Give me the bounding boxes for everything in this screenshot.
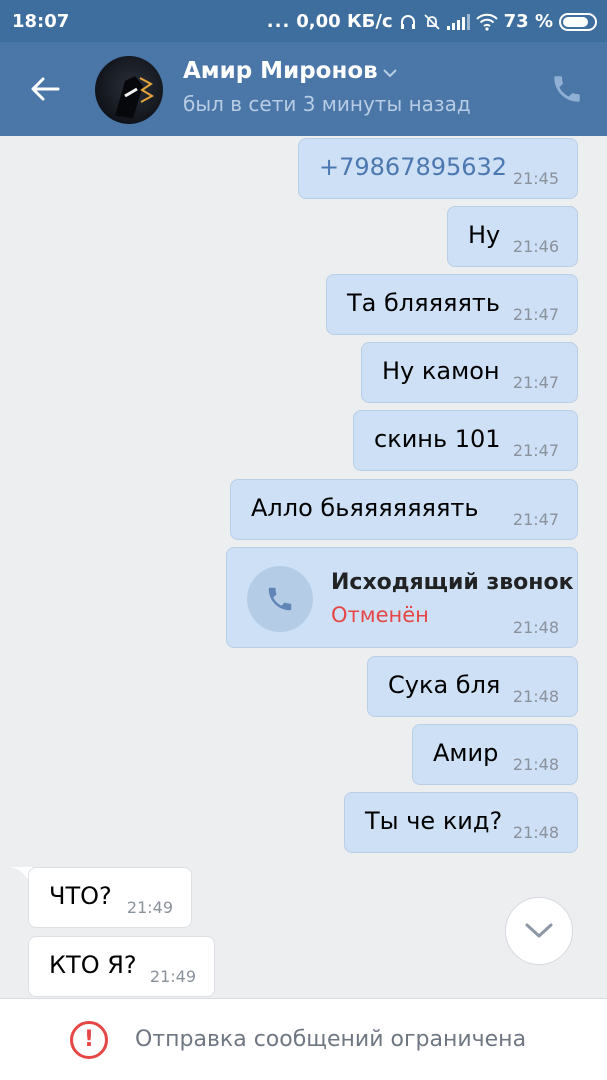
chevron-down-icon[interactable] [382,67,398,79]
message-bubble-outgoing[interactable]: Амир 21:48 [412,724,578,785]
battery-percent: 73 % [503,11,553,32]
message-text: Ты че кид? [365,807,503,835]
message-bubble-outgoing[interactable]: Алло бьяяяяяяять 21:47 [230,479,578,540]
message-time: 21:48 [512,618,559,637]
message-time: 21:49 [149,967,196,986]
message-time: 21:48 [512,687,559,706]
message-restriction-bar: ! Отправка сообщений ограничена [0,998,607,1080]
headphones-icon [400,14,415,29]
scroll-down-button[interactable] [505,897,573,965]
message-bubble-outgoing[interactable]: Сука бля 21:48 [367,656,578,717]
message-time: 21:47 [512,441,559,460]
chat-header: Амир Миронов был в сети 3 минуты назад [0,42,607,136]
status-indicators: ... 0,00 КБ/с 73 % [267,11,597,32]
message-time: 21:47 [512,510,559,529]
call-bubble-outgoing[interactable]: Исходящий звонок Отменён 21:48 [226,547,578,648]
message-text: Ну [468,221,501,249]
message-text: скинь 101 [374,425,501,453]
wifi-icon [475,13,498,31]
last-seen-status: был в сети 3 минуты назад [183,92,471,116]
message-text: Та бляяяять [347,289,501,317]
call-title: Исходящий звонок [331,570,574,595]
back-arrow-icon[interactable] [28,72,62,106]
message-time: 21:45 [512,169,559,188]
message-time: 21:49 [126,898,173,917]
message-time: 21:48 [512,755,559,774]
message-bubble-outgoing[interactable]: Ну камон 21:47 [361,342,578,403]
message-text: Амир [433,739,499,767]
status-time: 18:07 [12,11,70,32]
phone-icon[interactable] [550,72,584,106]
restriction-text: Отправка сообщений ограничена [135,1027,527,1052]
mute-bell-icon [424,13,440,30]
message-bubble-outgoing[interactable]: Ну 21:46 [447,206,578,267]
message-bubble-outgoing[interactable]: Ты че кид? 21:48 [344,792,578,853]
call-phone-icon[interactable] [247,566,313,632]
call-status: Отменён [331,603,429,627]
chevron-down-icon [525,923,553,938]
message-text: Сука бля [388,671,501,699]
avatar[interactable] [95,56,163,124]
message-bubble-outgoing[interactable]: Та бляяяять 21:47 [326,274,578,335]
message-time: 21:47 [512,305,559,324]
message-text-phone-link[interactable]: +79867895632 [319,153,507,181]
message-bubble-outgoing[interactable]: скинь 101 21:47 [353,410,578,471]
message-text: КТО Я? [49,951,137,979]
message-time: 21:46 [512,237,559,256]
message-bubble-incoming[interactable]: ЧТО? 21:49 [28,867,192,928]
message-bubble-outgoing[interactable]: +79867895632 21:45 [298,138,578,199]
message-text: ЧТО? [49,882,112,910]
contact-name[interactable]: Амир Миронов [183,58,378,84]
battery-icon [559,12,597,31]
notification-dots: ... [266,11,291,32]
status-bar: 18:07 ... 0,00 КБ/с 73 % [0,0,607,42]
avatar-image [115,76,155,118]
message-bubble-incoming[interactable]: КТО Я? 21:49 [28,936,215,997]
network-speed: 0,00 КБ/с [296,11,393,32]
warning-icon: ! [70,1021,108,1059]
message-time: 21:47 [512,373,559,392]
message-text: Ну камон [382,357,500,385]
message-time: 21:48 [512,823,559,842]
signal-icon [446,13,470,30]
message-text: Алло бьяяяяяяять [251,494,479,522]
